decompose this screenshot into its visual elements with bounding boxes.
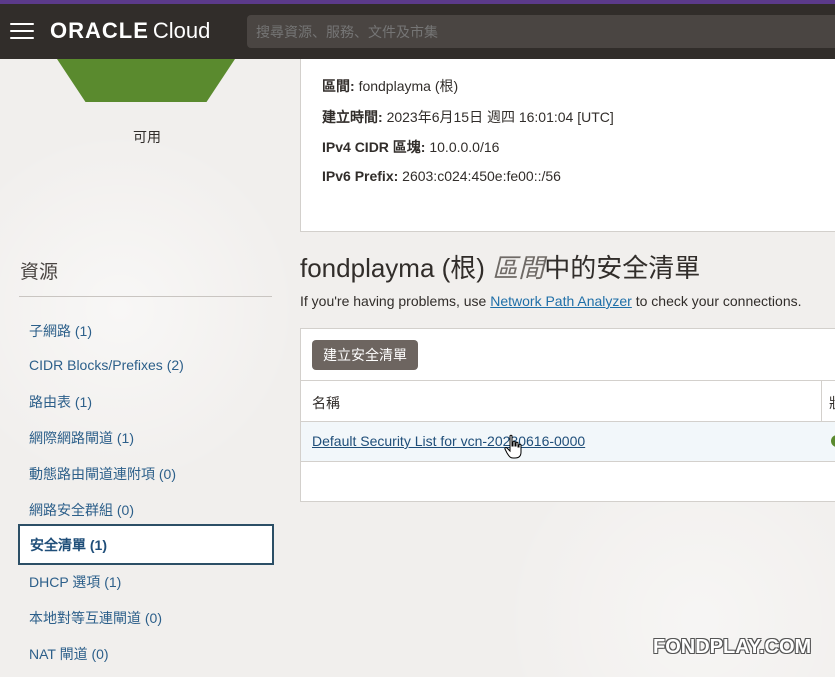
resource-item-security-lists[interactable]: 安全清單 (1) xyxy=(18,524,274,565)
created-label: 建立時間: xyxy=(322,109,383,125)
search-input[interactable] xyxy=(247,15,835,48)
ipv6-row: IPv6 Prefix: 2603:c024:450e:fe00::/56 xyxy=(322,168,561,184)
help-text-before: If you're having problems, use xyxy=(300,293,487,309)
resource-item-dhcp-options[interactable]: DHCP 選項 (1) xyxy=(18,562,274,598)
section-title-compartment: fondplayma (根) xyxy=(300,253,485,283)
section-title-italic: 區間 xyxy=(492,253,545,283)
resource-item-internet-gateways[interactable]: 網際網路閘道 (1) xyxy=(18,418,274,454)
resources-divider xyxy=(19,296,272,297)
ipv6-value: 2603:c024:450e:fe00::/56 xyxy=(402,168,561,184)
resource-item-drg-attachments[interactable]: 動態路由閘道連附項 (0) xyxy=(18,454,274,490)
status-hexagon-icon xyxy=(57,59,235,102)
status-label: 可用 xyxy=(133,129,161,145)
vcn-details-panel: 區間: fondplayma (根) 建立時間: 2023年6月15日 週四 1… xyxy=(300,59,835,232)
security-list-link[interactable]: Default Security List for vcn-20230616-0… xyxy=(312,433,585,449)
resource-item-route-tables[interactable]: 路由表 (1) xyxy=(18,382,274,418)
help-text: If you're having problems, use Network P… xyxy=(300,293,802,309)
oracle-cloud-logo[interactable]: ORACLE Cloud xyxy=(50,18,210,44)
resource-item-subnets[interactable]: 子網路 (1) xyxy=(18,311,274,347)
column-header-name[interactable]: 名稱 xyxy=(312,393,340,413)
resource-item-cidr-blocks[interactable]: CIDR Blocks/Prefixes (2) xyxy=(18,347,274,383)
available-status-icon xyxy=(831,435,835,447)
menu-icon[interactable] xyxy=(10,23,34,39)
column-header-state[interactable]: 狀 xyxy=(829,393,835,413)
top-navigation-bar: ORACLE Cloud xyxy=(0,4,835,59)
hand-cursor-icon xyxy=(504,434,522,459)
network-path-analyzer-link[interactable]: Network Path Analyzer xyxy=(490,293,632,309)
ipv4-row: IPv4 CIDR 區塊: 10.0.0.0/16 xyxy=(322,137,499,157)
section-title-suffix: 中的安全清單 xyxy=(544,253,701,283)
compartment-row: 區間: fondplayma (根) xyxy=(322,76,458,96)
resource-item-network-security-groups[interactable]: 網路安全群組 (0) xyxy=(18,490,274,526)
column-divider xyxy=(821,381,822,422)
help-text-after: to check your connections. xyxy=(635,293,802,309)
resources-heading: 資源 xyxy=(20,262,59,283)
resource-item-local-peering-gateways[interactable]: 本地對等互連閘道 (0) xyxy=(18,598,274,634)
ipv4-value: 10.0.0.0/16 xyxy=(429,139,500,155)
created-row: 建立時間: 2023年6月15日 週四 16:01:04 [UTC] xyxy=(322,107,614,127)
table-row: Default Security List for vcn-20230616-0… xyxy=(301,422,835,462)
resource-item-nat-gateways[interactable]: NAT 閘道 (0) xyxy=(18,634,274,670)
watermark-text: FONDPLAY.COM xyxy=(653,636,812,658)
ipv6-label: IPv6 Prefix: xyxy=(322,168,399,184)
security-lists-table-panel: 建立安全清單 名稱 狀 Default Security List for vc… xyxy=(300,328,835,502)
logo-product: Cloud xyxy=(152,18,211,43)
compartment-value: fondplayma (根) xyxy=(358,78,459,94)
compartment-label: 區間: xyxy=(322,78,355,94)
logo-brand: ORACLE xyxy=(50,18,149,43)
created-value: 2023年6月15日 週四 16:01:04 [UTC] xyxy=(386,109,614,125)
table-header: 名稱 狀 xyxy=(301,380,835,422)
ipv4-label: IPv4 CIDR 區塊: xyxy=(322,139,426,155)
section-title: fondplayma (根) 區間中的安全清單 xyxy=(300,248,700,285)
create-security-list-button[interactable]: 建立安全清單 xyxy=(312,340,418,370)
